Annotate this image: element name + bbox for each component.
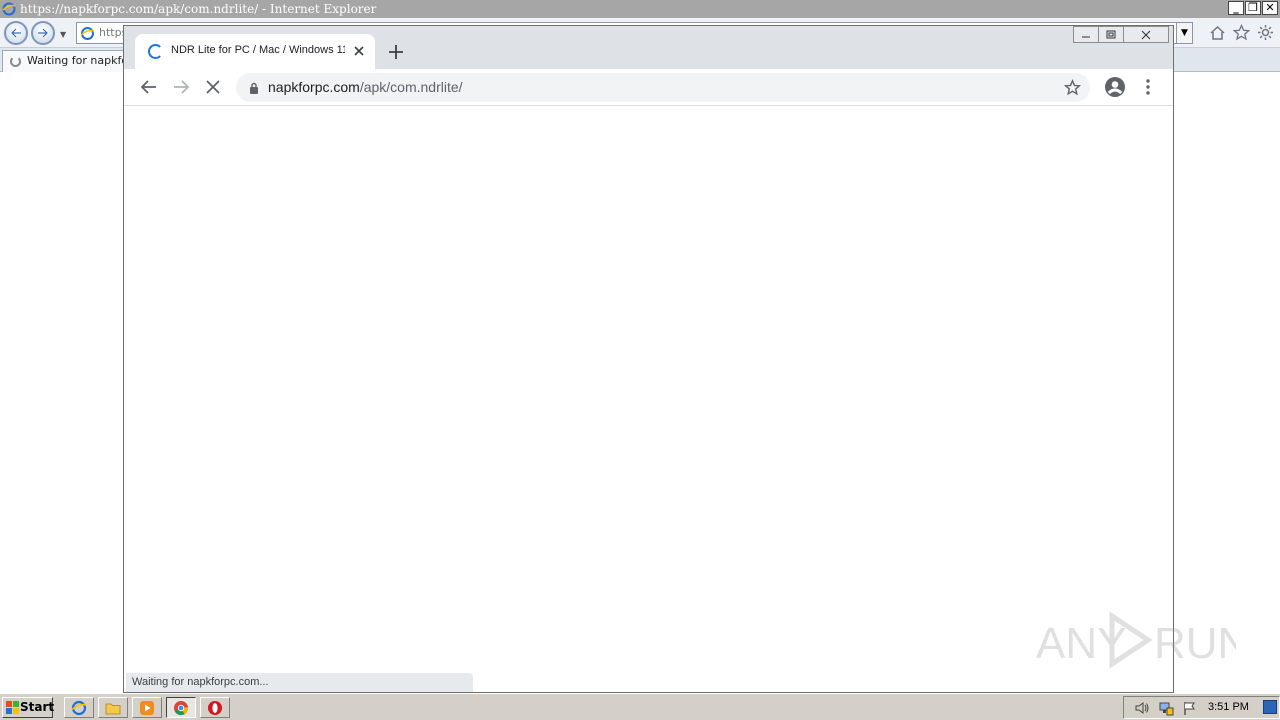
ie-minimize-button[interactable]: _: [1228, 1, 1244, 15]
ie-window-title: https://napkforpc.com/apk/com.ndrlite/ -…: [20, 2, 377, 16]
folder-icon: [105, 703, 121, 714]
ie-restore-button[interactable]: ❐: [1245, 1, 1261, 15]
ie-tab-label: Waiting for napkforp: [27, 54, 123, 67]
chrome-icon: [174, 700, 188, 715]
chrome-tab[interactable]: NDR Lite for PC / Mac / Windows 11,: [135, 34, 375, 69]
chrome-tab-strip: NDR Lite for PC / Mac / Windows 11,: [124, 26, 1173, 69]
bookmark-star-icon[interactable]: [1064, 79, 1081, 96]
start-button[interactable]: Start: [2, 697, 55, 718]
windows-flag-icon: [6, 701, 19, 714]
taskbar-clock[interactable]: 3:51 PM: [1208, 701, 1249, 713]
anyrun-watermark-logo: ANY RUN: [1036, 611, 1236, 669]
volume-icon[interactable]: [1134, 700, 1150, 716]
action-center-flag-icon[interactable]: [1182, 700, 1198, 716]
omnibox[interactable]: napkforpc.com/apk/com.ndrlite/: [236, 73, 1090, 102]
start-label: Start: [20, 700, 55, 714]
system-tray: 3:51 PM: [1123, 696, 1280, 719]
lock-icon[interactable]: [249, 82, 259, 94]
arrow-left-icon: [10, 28, 21, 38]
ie-tab[interactable]: Waiting for napkforp: [2, 50, 124, 72]
url-host: napkforpc.com: [268, 79, 360, 95]
media-player-icon: [140, 700, 154, 715]
opera-icon: [208, 700, 222, 715]
chrome-minimize-button[interactable]: [1073, 26, 1099, 43]
taskbar-chrome-button[interactable]: [166, 697, 196, 718]
omnibox-url: napkforpc.com/apk/com.ndrlite/: [268, 79, 463, 95]
taskbar: Start 3:51 PM: [0, 693, 1280, 720]
profile-avatar-icon[interactable]: [1104, 76, 1126, 98]
ie-icon: [71, 700, 87, 715]
ie-page-icon: [80, 27, 95, 40]
arrow-right-icon: [38, 28, 49, 38]
home-icon[interactable]: [1209, 24, 1226, 41]
url-path: /apk/com.ndrlite/: [359, 79, 463, 95]
taskbar-ie-button[interactable]: [64, 697, 94, 718]
ie-close-button[interactable]: ✕: [1262, 1, 1278, 15]
loading-spinner-icon: [10, 56, 21, 67]
ie-forward-button[interactable]: [31, 21, 55, 45]
taskbar-explorer-button[interactable]: [98, 697, 128, 718]
ie-history-dropdown[interactable]: ▼: [60, 30, 66, 39]
ie-title-bar: https://napkforpc.com/apk/com.ndrlite/ -…: [0, 0, 1280, 18]
stop-loading-icon[interactable]: [203, 77, 223, 97]
kebab-menu-icon[interactable]: [1140, 77, 1156, 97]
favorites-star-icon[interactable]: [1233, 24, 1250, 41]
svg-text:RUN: RUN: [1154, 619, 1236, 668]
taskbar-opera-button[interactable]: [200, 697, 230, 718]
chrome-restore-button[interactable]: [1098, 26, 1124, 43]
forward-arrow-icon[interactable]: [171, 77, 191, 97]
network-icon[interactable]: [1158, 700, 1174, 716]
ie-address-dropdown[interactable]: ▼: [1176, 23, 1192, 43]
close-tab-icon[interactable]: [351, 43, 367, 59]
ie-back-button[interactable]: [4, 21, 28, 45]
page-content: Waiting for napkforpc.com...: [124, 106, 1173, 692]
taskbar-media-player-button[interactable]: [132, 697, 162, 718]
loading-spinner-icon: [148, 44, 163, 59]
chrome-toolbar: napkforpc.com/apk/com.ndrlite/: [124, 69, 1173, 106]
ie-logo-icon: [2, 2, 16, 16]
show-desktop-button[interactable]: [1263, 700, 1277, 714]
chrome-window: NDR Lite for PC / Mac / Windows 11, napk…: [123, 25, 1174, 693]
back-arrow-icon[interactable]: [139, 77, 159, 97]
chrome-close-button[interactable]: [1123, 26, 1169, 43]
status-bubble: Waiting for napkforpc.com...: [126, 673, 473, 692]
new-tab-plus-icon[interactable]: [386, 42, 406, 62]
chrome-tab-title: NDR Lite for PC / Mac / Windows 11,: [171, 44, 345, 56]
gear-icon[interactable]: [1257, 24, 1274, 41]
